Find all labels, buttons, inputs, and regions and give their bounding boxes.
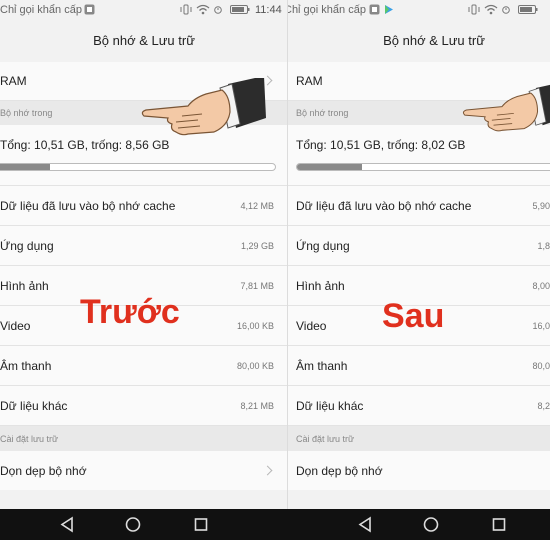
storage-item-size: 1,29 GB — [240, 241, 274, 251]
storage-item-row[interactable]: Dữ liệu khác 8,2 — [288, 386, 550, 426]
wifi-icon — [484, 4, 498, 15]
after-label: Sau — [382, 297, 445, 335]
storage-item-label: Âm thanh — [296, 359, 348, 373]
page-title: Bộ nhớ & Lưu trữ — [93, 33, 195, 48]
panel-before: Chỉ gọi khẩn cấp 11:44 Bộ nhớ & Lưu trữ … — [0, 0, 288, 509]
storage-item-size: 1,8 — [537, 241, 550, 251]
notification-icon — [84, 4, 95, 15]
storage-item-size: 16,0 — [532, 321, 550, 331]
storage-item-size: 8,21 MB — [240, 401, 274, 411]
navigation-bar — [0, 509, 550, 540]
battery-icon — [518, 5, 538, 14]
section-settings-label: Cài đặt lưu trữ — [0, 434, 59, 444]
play-store-icon — [385, 5, 393, 14]
storage-item-label: Hình ảnh — [296, 279, 345, 293]
recent-square-icon[interactable] — [491, 509, 507, 540]
storage-item-size: 80,00 KB — [236, 361, 274, 371]
storage-item-row[interactable]: Dữ liệu đã lưu vào bộ nhớ cache 5,90 — [288, 186, 550, 226]
carrier-text: Chỉ gọi khẩn cấp — [288, 4, 366, 16]
status-bar: Chỉ gọi khẩn cấp 11:44 — [0, 0, 288, 20]
storage-usage-bar — [0, 163, 276, 171]
storage-item-row[interactable]: Âm thanh 80,0 — [288, 346, 550, 386]
storage-item-label: Ứng dụng — [296, 239, 350, 253]
clock-time: 11:44 — [255, 4, 282, 16]
status-bar: Chỉ gọi khẩn cấp — [288, 0, 550, 20]
alarm-icon — [502, 6, 510, 14]
storage-item-label: Dữ liệu đã lưu vào bộ nhớ cache — [0, 199, 176, 213]
notification-icon — [369, 4, 380, 15]
storage-item-row[interactable]: Âm thanh 80,00 KB — [0, 346, 288, 386]
storage-item-row[interactable]: Ứng dụng 1,8 — [288, 226, 550, 266]
carrier-text: Chỉ gọi khẩn cấp — [0, 4, 82, 16]
vibrate-icon — [468, 4, 480, 15]
storage-item-size: 7,81 MB — [240, 281, 274, 291]
vibrate-icon — [180, 4, 192, 15]
storage-item-label: Dữ liệu khác — [0, 399, 68, 413]
wifi-icon — [196, 4, 210, 15]
cleanup-row[interactable]: Dọn dẹp bộ nhớ — [288, 451, 550, 490]
storage-usage-fill — [0, 164, 50, 170]
storage-item-size: 8,00 — [532, 281, 550, 291]
storage-item-label: Âm thanh — [0, 359, 52, 373]
alarm-icon — [214, 6, 222, 14]
storage-item-row[interactable]: Ứng dụng 1,29 GB — [0, 226, 288, 266]
section-header-settings: Cài đặt lưu trữ — [288, 426, 550, 451]
ram-label: RAM — [296, 74, 323, 88]
storage-item-size: 16,00 KB — [236, 321, 274, 331]
cleanup-row[interactable]: Dọn dẹp bộ nhớ — [0, 451, 288, 490]
cleanup-label: Dọn dẹp bộ nhớ — [0, 464, 87, 478]
storage-item-label: Hình ảnh — [0, 279, 49, 293]
storage-item-size: 80,0 — [532, 361, 550, 371]
before-label: Trước — [80, 293, 180, 331]
storage-summary: Tổng: 10,51 GB, trống: 8,02 GB — [296, 138, 466, 152]
pointing-hand-icon — [462, 84, 550, 132]
recent-square-icon[interactable] — [193, 509, 209, 540]
section-settings-label: Cài đặt lưu trữ — [296, 434, 355, 444]
storage-item-label: Video — [0, 319, 31, 333]
back-triangle-icon[interactable] — [356, 509, 374, 540]
cleanup-label: Dọn dẹp bộ nhớ — [296, 464, 383, 478]
storage-item-size: 5,90 — [532, 201, 550, 211]
storage-item-size: 8,2 — [537, 401, 550, 411]
section-internal-label: Bộ nhớ trong — [0, 108, 53, 118]
storage-item-label: Ứng dụng — [0, 239, 54, 253]
storage-item-label: Video — [296, 319, 327, 333]
storage-usage-fill — [297, 164, 362, 170]
chevron-right-icon — [262, 465, 273, 476]
storage-item-row[interactable]: Dữ liệu đã lưu vào bộ nhớ cache 4,12 MB — [0, 186, 288, 226]
back-triangle-icon[interactable] — [58, 509, 76, 540]
home-circle-icon[interactable] — [422, 509, 440, 540]
section-header-settings: Cài đặt lưu trữ — [0, 426, 288, 451]
storage-usage-bar — [296, 163, 550, 171]
storage-item-label: Dữ liệu đã lưu vào bộ nhớ cache — [296, 199, 472, 213]
page-title: Bộ nhớ & Lưu trữ — [383, 33, 485, 48]
panel-after: Chỉ gọi khẩn cấp Bộ nhớ & Lưu trữ RAM Bộ… — [288, 0, 550, 509]
battery-icon — [230, 5, 250, 14]
ram-label: RAM — [0, 74, 27, 88]
storage-item-row[interactable]: Dữ liệu khác 8,21 MB — [0, 386, 288, 426]
storage-item-label: Dữ liệu khác — [296, 399, 364, 413]
section-internal-label: Bộ nhớ trong — [296, 108, 349, 118]
storage-item-size: 4,12 MB — [240, 201, 274, 211]
pointing-hand-icon — [141, 78, 266, 136]
home-circle-icon[interactable] — [124, 509, 142, 540]
